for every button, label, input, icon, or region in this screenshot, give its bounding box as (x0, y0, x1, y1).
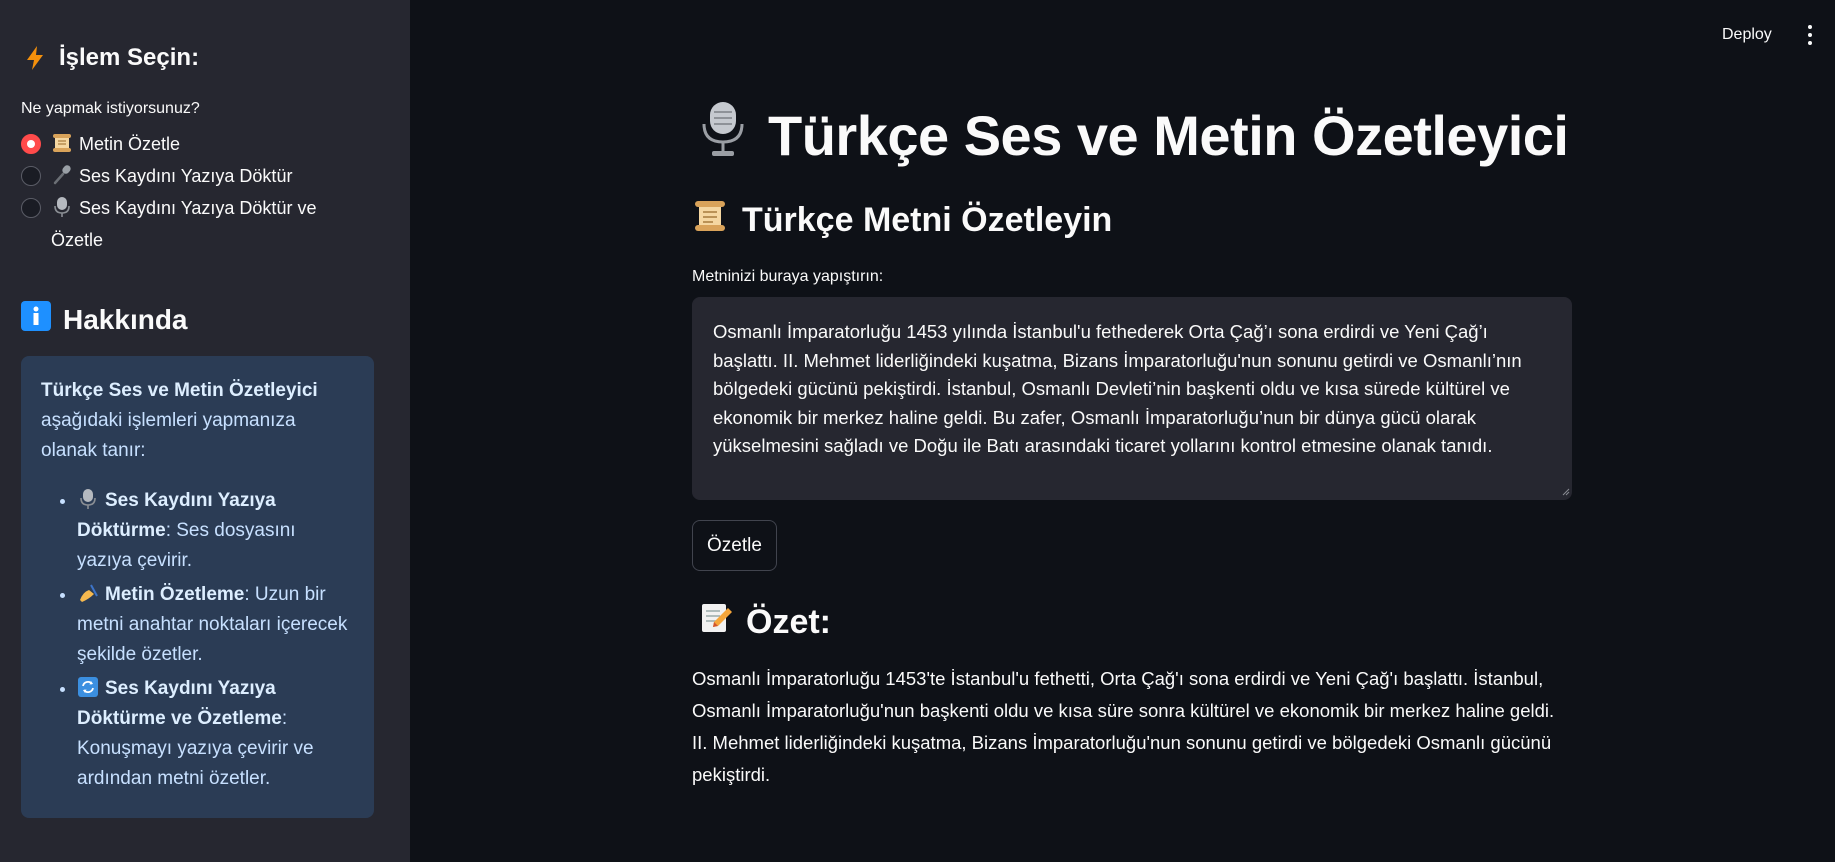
about-info-box: Türkçe Ses ve Metin Özetleyici aşağıdaki… (21, 356, 374, 818)
summary-text: Osmanlı İmparatorluğu 1453'te İstanbul'u… (692, 668, 1555, 785)
textarea-label: Metninizi buraya yapıştırın: (692, 268, 884, 285)
result-title-text: Özet: (746, 603, 831, 641)
radio-group-label: Ne yapmak istiyorsunuz? (21, 100, 200, 117)
radio-option-metin-ozetle[interactable]: Metin Özetle (21, 128, 389, 160)
memo-icon (698, 600, 734, 645)
text-input-area[interactable]: Osmanlı İmparatorluğu 1453 yılında İstan… (692, 297, 1572, 500)
microphone-icon (51, 164, 73, 186)
info-icon (21, 301, 51, 338)
about-intro-bold: Türkçe Ses ve Metin Özetleyici (41, 380, 318, 401)
radio-button[interactable] (21, 166, 41, 186)
radio-option-ses-kaydi[interactable]: Ses Kaydını Yazıya Döktür (21, 160, 389, 192)
refresh-icon (77, 676, 99, 698)
writing-hand-icon (77, 582, 99, 604)
sidebar-title-text: İşlem Seçin: (59, 44, 200, 71)
resize-grip-icon[interactable] (1562, 488, 1570, 496)
about-intro-text: aşağıdaki işlemleri yapmanıza olanak tan… (41, 410, 296, 461)
studio-mic-icon (77, 488, 99, 510)
summarize-button[interactable]: Özetle (692, 520, 777, 571)
list-item: Ses Kaydını Yazıya Döktürme: Ses dosyası… (77, 486, 354, 576)
section-title-text: Türkçe Metni Özetleyin (742, 201, 1113, 239)
result-title: Özet: (698, 600, 831, 645)
about-intro: Türkçe Ses ve Metin Özetleyici aşağıdaki… (41, 376, 354, 466)
sidebar-title: İşlem Seçin: (21, 40, 389, 76)
about-title-text: Hakkında (63, 303, 188, 335)
about-title: Hakkında (21, 301, 389, 338)
scroll-icon (692, 198, 728, 243)
page-title-text: Türkçe Ses ve Metin Özetleyici (768, 104, 1569, 167)
radio-button-checked[interactable] (21, 134, 41, 154)
radio-option-label: Ses Kaydını Yazıya Döktür (79, 166, 293, 186)
studio-mic-icon (51, 196, 73, 218)
studio-mic-icon (700, 100, 746, 171)
page-title: Türkçe Ses ve Metin Özetleyici (700, 100, 1569, 171)
sidebar: İşlem Seçin: Ne yapmak istiyorsunuz? Met… (0, 0, 410, 862)
operation-radio-group: Metin Özetle Ses Kaydını Yazıya Döktür S… (21, 128, 389, 256)
feature-title: Metin Özetleme (105, 584, 245, 605)
radio-option-label: Ses Kaydını Yazıya Döktür ve Özetle (51, 198, 317, 250)
list-item: Metin Özetleme: Uzun bir metni anahtar n… (77, 580, 354, 670)
radio-option-label: Metin Özetle (79, 134, 181, 154)
about-feature-list: Ses Kaydını Yazıya Döktürme: Ses dosyası… (41, 486, 354, 794)
lightning-icon (21, 44, 49, 72)
section-title: Türkçe Metni Özetleyin (692, 198, 1112, 243)
deploy-button[interactable]: Deploy (1714, 18, 1780, 52)
radio-option-ses-kaydi-ozetle[interactable]: Ses Kaydını Yazıya Döktür ve Özetle (21, 192, 389, 256)
list-item: Ses Kaydını Yazıya Döktürme ve Özetleme:… (77, 674, 354, 794)
radio-button[interactable] (21, 198, 41, 218)
feature-title: Ses Kaydını Yazıya Döktürme ve Özetleme (77, 678, 282, 729)
kebab-menu-icon[interactable] (1800, 20, 1820, 50)
scroll-icon (51, 132, 73, 154)
